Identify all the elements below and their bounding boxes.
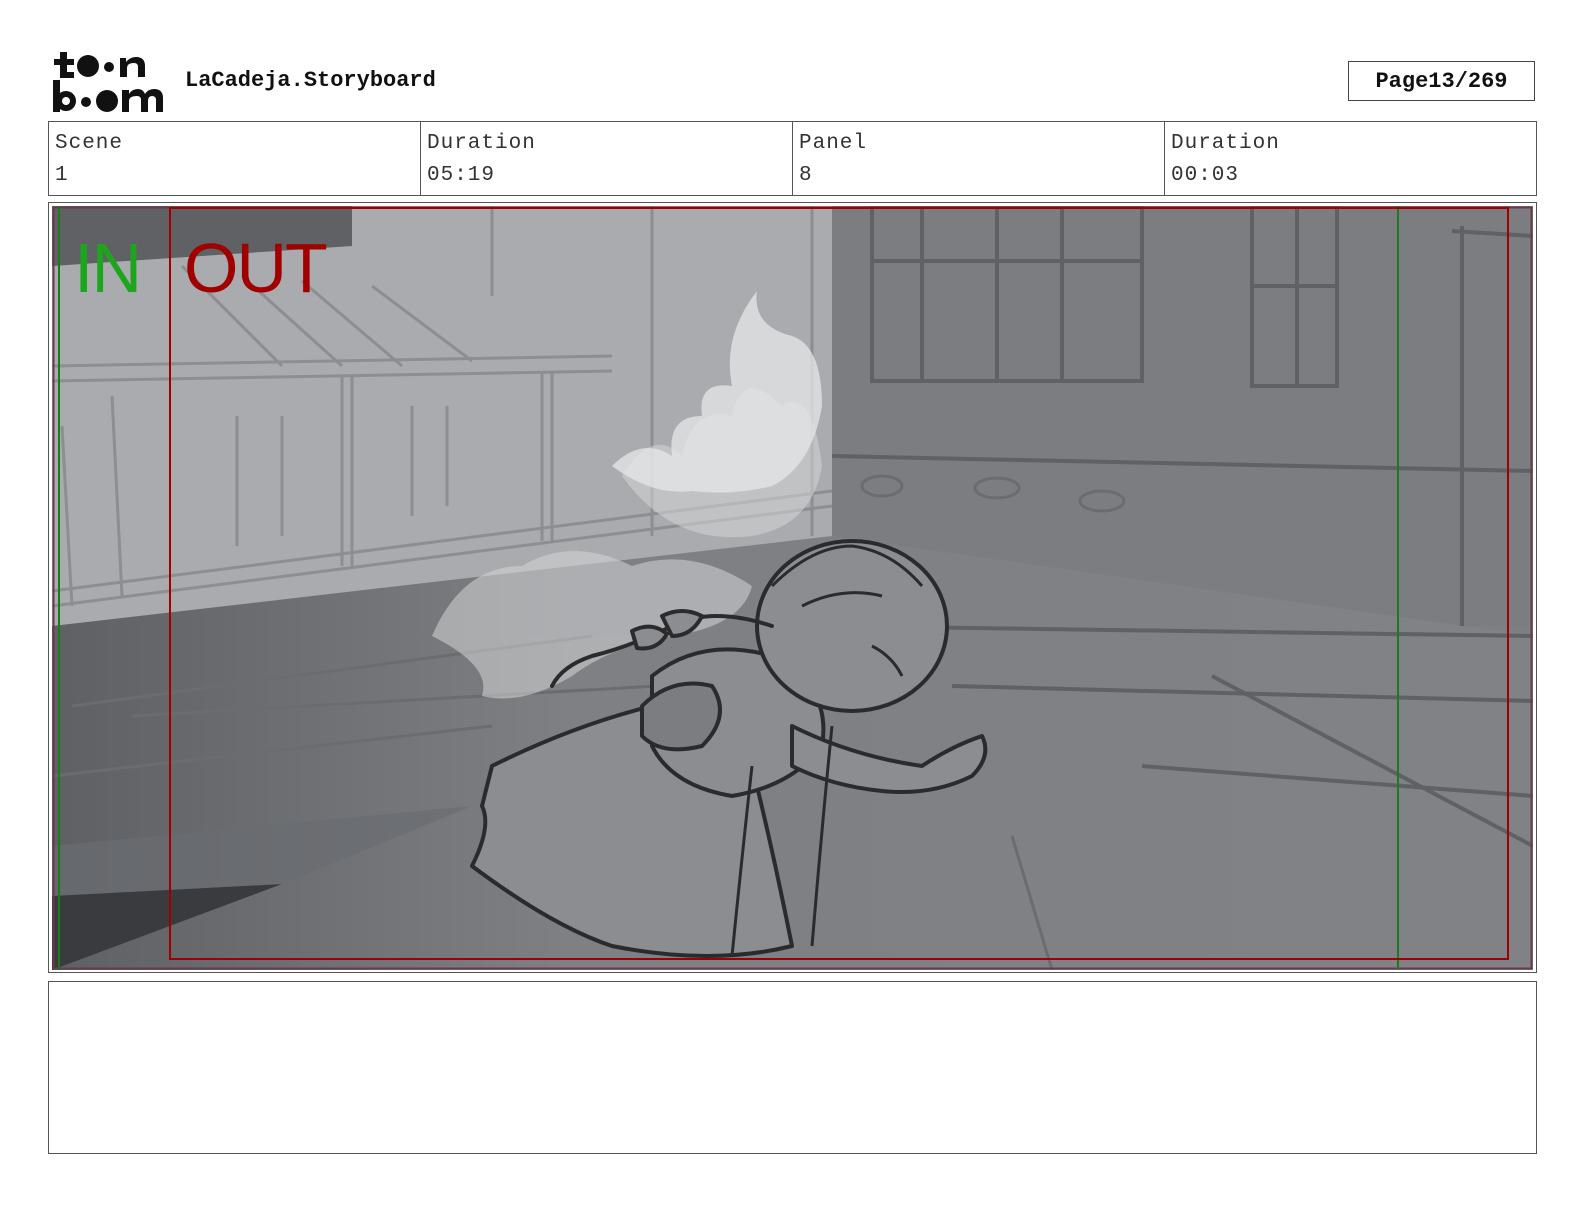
page-number: 13/269 xyxy=(1428,68,1508,94)
panel-notes-box xyxy=(48,981,1537,1154)
panel-value: 8 xyxy=(799,164,813,187)
toon-boom-logo xyxy=(53,52,163,112)
panel-duration-label: Duration xyxy=(1171,132,1280,155)
storyboard-sketch xyxy=(52,206,1533,970)
page-indicator: Page 13/269 xyxy=(1348,61,1535,101)
panel-info-row: Scene 1 Duration 05:19 Panel 8 Duration … xyxy=(48,121,1537,196)
scene-value: 1 xyxy=(55,164,69,187)
out-label: OUT xyxy=(184,229,328,307)
scene-cell: Scene 1 xyxy=(49,122,421,195)
panel-cell: Panel 8 xyxy=(793,122,1165,195)
in-label: IN xyxy=(74,229,142,307)
panel-duration-cell: Duration 00:03 xyxy=(1165,122,1536,195)
scene-label: Scene xyxy=(55,132,124,155)
scene-duration-value: 05:19 xyxy=(427,164,496,187)
document-title: LaCadeja.Storyboard xyxy=(185,68,436,93)
page-label: Page xyxy=(1375,68,1429,94)
panel-duration-value: 00:03 xyxy=(1171,164,1240,187)
panel-label: Panel xyxy=(799,132,868,155)
scene-duration-cell: Duration 05:19 xyxy=(421,122,793,195)
scene-duration-label: Duration xyxy=(427,132,536,155)
